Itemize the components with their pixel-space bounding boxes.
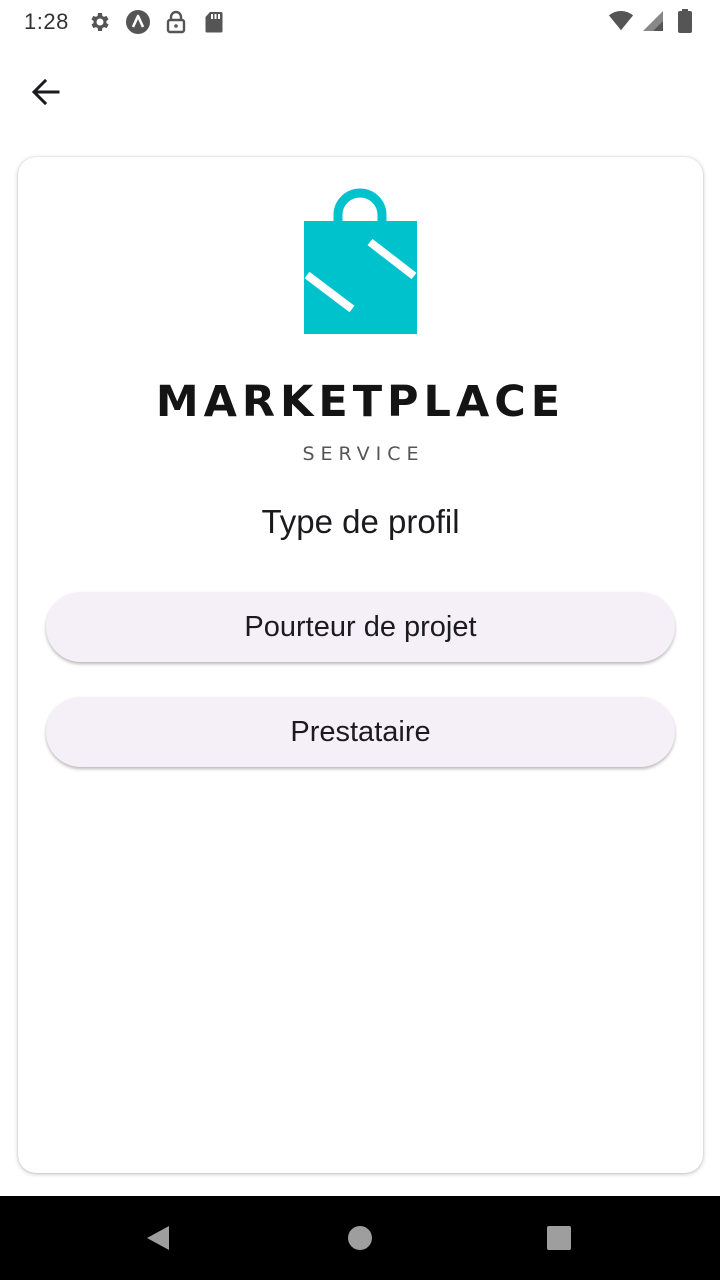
signal-icon xyxy=(640,8,666,34)
battery-icon xyxy=(672,8,698,34)
sd-card-icon xyxy=(201,9,227,35)
nav-back-icon xyxy=(147,1226,169,1250)
provider-label: Prestataire xyxy=(290,715,431,748)
gear-icon xyxy=(87,9,113,35)
app-bar xyxy=(0,60,720,124)
a-badge-icon xyxy=(125,9,151,35)
nav-recents-button[interactable] xyxy=(537,1216,581,1260)
nav-home-icon xyxy=(348,1226,372,1250)
lock-icon xyxy=(163,9,189,35)
back-button[interactable] xyxy=(18,68,74,116)
logo-title: MARKETPLACE xyxy=(155,377,566,427)
arrow-left-icon xyxy=(31,78,60,106)
project-owner-button[interactable]: Pourteur de projet xyxy=(46,592,675,662)
nav-recents-icon xyxy=(547,1226,571,1250)
status-icons-left xyxy=(87,9,227,35)
system-nav-bar xyxy=(0,1196,720,1280)
wifi-icon xyxy=(608,8,634,34)
status-time: 1:28 xyxy=(24,9,69,34)
status-bar: 1:28 xyxy=(0,0,720,44)
nav-back-button[interactable] xyxy=(136,1216,180,1260)
status-icons-right xyxy=(608,8,698,34)
marketplace-logo: MARKETPLACE SERVICE xyxy=(18,187,703,465)
profile-card: MARKETPLACE SERVICE Type de profil Pourt… xyxy=(18,157,703,1173)
logo-subtitle: SERVICE xyxy=(302,443,425,465)
project-owner-label: Pourteur de projet xyxy=(244,610,477,643)
provider-button[interactable]: Prestataire xyxy=(46,697,675,767)
nav-home-button[interactable] xyxy=(338,1216,382,1260)
shopping-bag-icon xyxy=(304,188,417,334)
profile-type-title: Type de profil xyxy=(261,503,460,540)
